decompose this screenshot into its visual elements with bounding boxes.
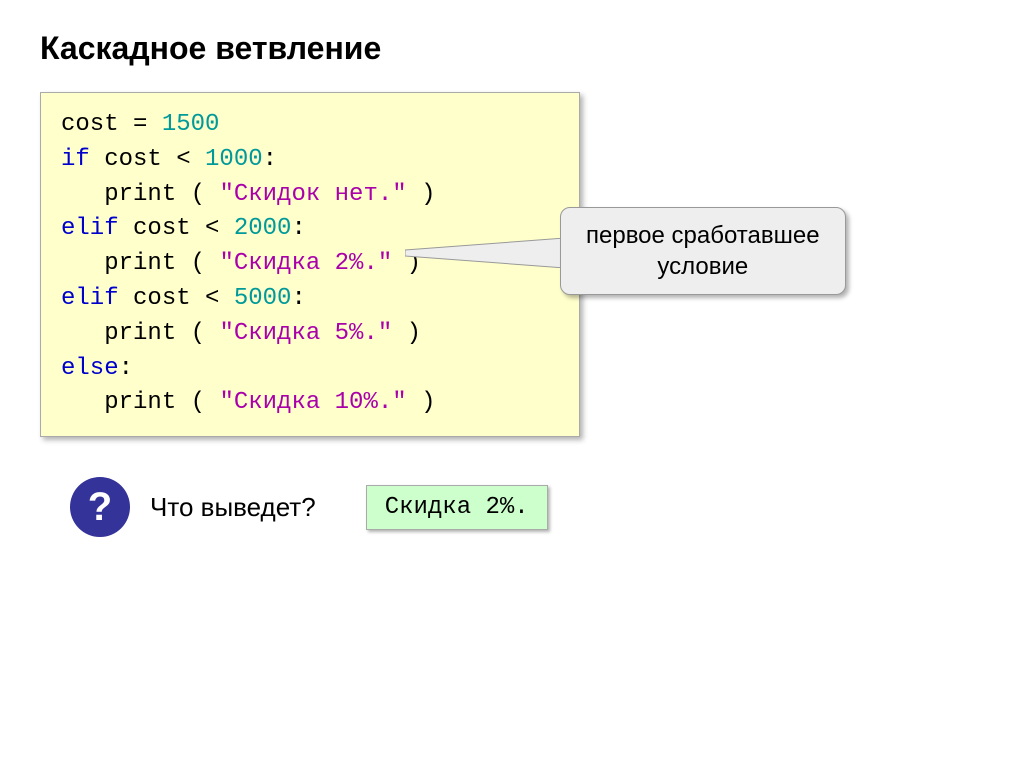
code-text: ) [392, 320, 421, 347]
question-text: Что выведет? [150, 492, 316, 523]
code-number: 5000 [234, 285, 292, 312]
code-text: cost < [119, 215, 234, 242]
code-string: "Скидка 10%." [219, 389, 406, 416]
code-text: : [291, 215, 305, 242]
code-keyword: if [61, 146, 90, 173]
code-string: "Скидка 2%." [219, 250, 392, 277]
code-string: "Скидок нет." [219, 181, 406, 208]
answer-box: Скидка 2%. [366, 485, 548, 530]
code-text: ) [407, 181, 436, 208]
code-text: print ( [61, 181, 219, 208]
code-line: print ( "Скидка 2%." ) [61, 247, 559, 282]
code-keyword: else [61, 355, 119, 382]
code-text: cost < [119, 285, 234, 312]
code-text: ) [407, 389, 436, 416]
code-block: cost = 1500 if cost < 1000: print ( "Ски… [40, 92, 580, 437]
code-text: print ( [61, 389, 219, 416]
code-text: ) [392, 250, 421, 277]
code-keyword: elif [61, 285, 119, 312]
code-text: cost = [61, 111, 162, 138]
question-badge: ? [70, 477, 130, 537]
callout-line: первое сработавшее [586, 220, 820, 251]
slide-title: Каскадное ветвление [40, 30, 984, 67]
code-text: print ( [61, 320, 219, 347]
code-keyword: elif [61, 215, 119, 242]
code-number: 1500 [162, 111, 220, 138]
code-line: cost = 1500 [61, 108, 559, 143]
code-text: : [291, 285, 305, 312]
code-number: 2000 [234, 215, 292, 242]
code-text: : [263, 146, 277, 173]
code-string: "Скидка 5%." [219, 320, 392, 347]
callout-box: первое сработавшее условие [560, 207, 846, 295]
code-line: if cost < 1000: [61, 143, 559, 178]
code-line: elif cost < 5000: [61, 282, 559, 317]
code-text: : [119, 355, 133, 382]
code-line: print ( "Скидок нет." ) [61, 178, 559, 213]
code-line: elif cost < 2000: [61, 212, 559, 247]
callout-line: условие [586, 251, 820, 282]
code-text: cost < [90, 146, 205, 173]
code-line: print ( "Скидка 5%." ) [61, 317, 559, 352]
question-row: ? Что выведет? Скидка 2%. [40, 477, 984, 537]
code-text: print ( [61, 250, 219, 277]
code-line: else: [61, 352, 559, 387]
code-number: 1000 [205, 146, 263, 173]
code-line: print ( "Скидка 10%." ) [61, 386, 559, 421]
